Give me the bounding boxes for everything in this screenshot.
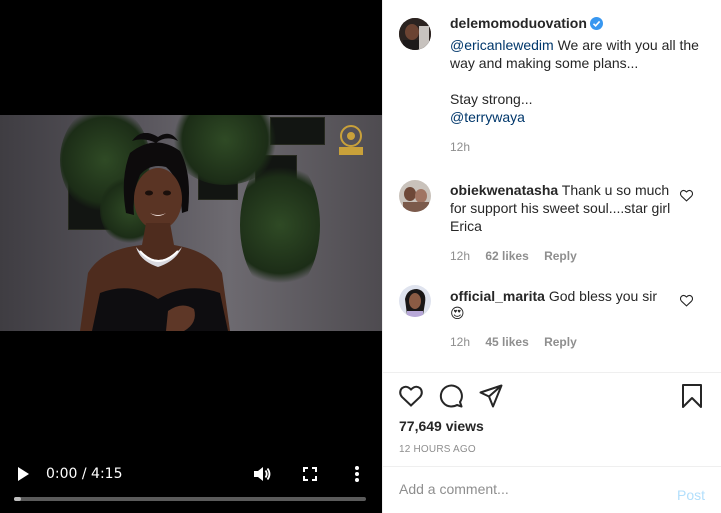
post-actions: 77,649 views 12 HOURS AGO: [383, 372, 721, 466]
play-icon: [18, 467, 29, 481]
post-comment-button[interactable]: Post: [677, 487, 705, 503]
more-vertical-icon: [355, 466, 359, 482]
more-options-button[interactable]: [349, 464, 365, 484]
time-display: 0:00 / 4:15: [46, 466, 123, 482]
comment-username[interactable]: obiekwenatasha: [450, 182, 558, 198]
comment-emoji: 😍: [450, 306, 465, 322]
like-comment-heart-icon[interactable]: [680, 294, 693, 307]
comment-text: God bless you sir: [548, 288, 657, 304]
play-button[interactable]: [14, 465, 32, 483]
reply-button[interactable]: Reply: [544, 249, 577, 263]
video-progress-bar[interactable]: [14, 497, 366, 501]
comment-time[interactable]: 12h: [450, 249, 470, 263]
plant: [240, 155, 320, 295]
fullscreen-icon: [303, 467, 317, 481]
video-controls: [0, 456, 382, 513]
comment-likes[interactable]: 62 likes: [485, 249, 528, 263]
post-side-panel: delemomoduovation @ericanlewedim We are …: [382, 0, 721, 513]
fullscreen-button[interactable]: [300, 464, 320, 484]
comment-composer: Post: [383, 466, 721, 513]
comment-likes[interactable]: 45 likes: [485, 335, 528, 349]
video-frame: [0, 115, 382, 331]
view-count[interactable]: 77,649 views: [399, 418, 484, 434]
comment-item: official_marita God bless you sir 😍 12h …: [383, 287, 721, 349]
channel-logo: [339, 125, 363, 155]
save-bookmark-icon[interactable]: [681, 384, 703, 408]
comment-time[interactable]: 12h: [450, 335, 470, 349]
video-player[interactable]: 0:00 / 4:15: [0, 0, 382, 513]
author-username[interactable]: delemomoduovation: [450, 15, 587, 31]
volume-button[interactable]: [252, 464, 272, 484]
volume-icon: [254, 467, 271, 481]
add-comment-input[interactable]: [399, 481, 659, 497]
comment-bubble-icon[interactable]: [439, 384, 463, 408]
comment-item: obiekwenatasha Thank u so much for suppo…: [383, 181, 721, 263]
verified-badge-icon: [589, 17, 603, 30]
woman-figure: [80, 133, 230, 331]
caption-mention-link-2[interactable]: @terrywaya: [450, 109, 525, 125]
like-heart-icon[interactable]: [399, 385, 423, 407]
post-caption: delemomoduovation @ericanlewedim We are …: [383, 14, 721, 154]
video-progress-fill: [14, 497, 22, 501]
post-timestamp[interactable]: 12 HOURS AGO: [399, 444, 476, 455]
post-time[interactable]: 12h: [450, 140, 470, 154]
caption-text-line2: Stay strong...: [450, 91, 533, 107]
caption-mention-link[interactable]: @ericanlewedim: [450, 37, 554, 53]
share-direct-icon[interactable]: [479, 384, 503, 408]
like-comment-heart-icon[interactable]: [680, 189, 693, 202]
comment-username[interactable]: official_marita: [450, 288, 545, 304]
reply-button[interactable]: Reply: [544, 335, 577, 349]
